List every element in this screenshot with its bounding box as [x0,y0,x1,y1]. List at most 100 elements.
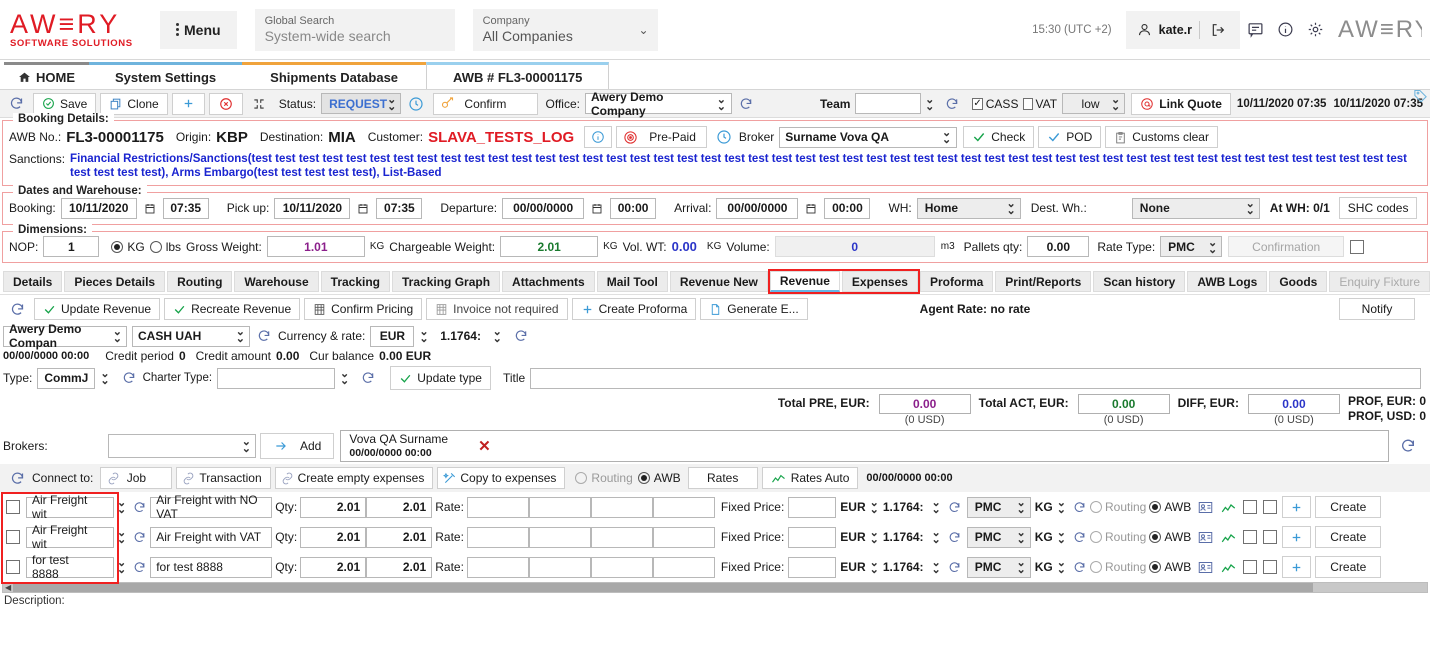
office-refresh-icon[interactable] [734,93,758,115]
charge-chart-icon[interactable] [1219,526,1238,548]
charge-rate-input[interactable] [467,497,529,518]
module-tab-proforma[interactable]: Proforma [920,271,993,292]
booking-date-input[interactable]: 10/11/2020 [61,198,137,219]
calendar-icon[interactable] [800,197,822,219]
global-search-field[interactable]: Global Search System-wide search [255,9,455,51]
gross-weight-input[interactable]: 1.01 [267,236,365,257]
scroll-left-arrow[interactable]: ◀ [3,583,13,592]
charge-contact-icon[interactable] [1196,526,1215,548]
currency-value[interactable]: EUR [370,326,414,347]
calendar-icon[interactable] [586,197,608,219]
charge-awb-radio[interactable] [1149,531,1161,543]
charge-qty-input[interactable]: 2.01 [300,557,366,578]
charge-unit-refresh-icon[interactable] [1071,496,1088,518]
gear-icon[interactable] [1300,15,1330,45]
chevron-down-icon[interactable]: ⌄⌄ [493,329,502,343]
module-tab-scan-history[interactable]: Scan history [1093,271,1185,292]
pallets-qty-input[interactable]: 0.00 [1027,236,1089,257]
payment-refresh-icon[interactable] [252,325,276,347]
charge-unit1-select[interactable]: PMC ⌄⌄ [967,497,1031,518]
tab-awb[interactable]: AWB # FL3-00001175 [426,62,609,89]
customer-info-icon[interactable] [584,126,612,148]
charge-create-button[interactable]: Create [1315,496,1381,518]
priority-select[interactable]: low ⌄⌄ [1062,93,1125,114]
charge-unit-refresh-icon[interactable] [1071,526,1088,548]
charge-fixed-price-input[interactable] [788,557,836,578]
chevron-down-icon[interactable]: ⌄⌄ [870,560,879,574]
charge-chart-icon[interactable] [1219,556,1238,578]
confirm-button[interactable]: Confirm [433,93,537,115]
currency-rate-value[interactable]: 1.1764: [434,326,488,347]
module-tab-print-reports[interactable]: Print/Reports [995,271,1091,292]
chevron-down-icon[interactable]: ⌄⌄ [932,500,941,514]
charge-amount2-input[interactable] [591,527,653,548]
brokers-select[interactable]: ⌄⌄ [108,434,256,458]
clock-icon[interactable] [403,93,429,115]
table-row[interactable]: Air Freight wit ⌄⌄ Air Freight with VAT … [0,522,1430,552]
pickup-time-input[interactable]: 07:35 [376,198,422,219]
dest-wh-select[interactable]: None ⌄⌄ [1132,198,1260,219]
connect-routing-radio[interactable] [575,472,587,484]
broker-select[interactable]: Surname Vova QA ⌄⌄ [779,127,957,148]
create-empty-expenses-button[interactable]: Create empty expenses [275,467,434,489]
charge-amount3-input[interactable] [653,557,715,578]
chevron-down-icon[interactable]: ⌄⌄ [932,530,941,544]
status-select[interactable]: REQUEST ⌄⌄ [321,93,401,114]
refresh-icon[interactable] [4,93,29,115]
charge-qty2-input[interactable]: 2.01 [366,497,432,518]
charge-qty-input[interactable]: 2.01 [300,497,366,518]
module-tab-details[interactable]: Details [3,271,62,292]
clone-button[interactable]: Clone [100,93,167,115]
company-select[interactable]: Company All Companies ⌄ [473,9,658,51]
departure-time-input[interactable]: 00:00 [610,198,656,219]
revenue-refresh-icon[interactable] [5,298,30,320]
chevron-down-icon[interactable]: ⌄⌄ [1057,500,1066,514]
connect-refresh-icon[interactable] [5,467,30,489]
charter-refresh-icon[interactable] [356,367,380,389]
rate-type-select[interactable]: PMC ⌄⌄ [1160,236,1222,257]
row-select-checkbox[interactable] [6,500,20,514]
arrival-date-input[interactable]: 00/00/0000 [716,198,798,219]
charge-rate-refresh-icon[interactable] [946,556,963,578]
module-tab-pieces-details[interactable]: Pieces Details [64,271,165,292]
charge-create-button[interactable]: Create [1315,556,1381,578]
module-tab-expenses[interactable]: Expenses [842,271,918,292]
charge-flag2-checkbox[interactable] [1263,560,1277,574]
invoice-not-required-button[interactable]: Invoice not required [426,298,567,320]
module-tab-revenue-new[interactable]: Revenue New [670,271,768,292]
charge-amount2-input[interactable] [591,497,653,518]
charge-add-icon[interactable] [1282,496,1311,518]
charge-amount3-input[interactable] [653,497,715,518]
collapse-icon[interactable] [247,93,271,115]
tab-system-settings[interactable]: System Settings [89,62,242,89]
currency-refresh-icon[interactable] [509,325,533,347]
chevron-down-icon[interactable]: ⌄⌄ [1057,530,1066,544]
charge-code-select[interactable]: Air Freight wit [26,497,114,518]
module-tab-attachments[interactable]: Attachments [502,271,595,292]
charter-type-input[interactable] [217,368,335,389]
payment-cash-select[interactable]: CASH UAH ⌄⌄ [132,326,250,347]
save-button[interactable]: Save [33,93,96,115]
charge-fixed-price-input[interactable] [788,527,836,548]
chevron-down-icon[interactable]: ⌄⌄ [925,97,934,111]
chevron-down-icon[interactable]: ⌄⌄ [1057,560,1066,574]
charge-unit-refresh-icon[interactable] [1071,556,1088,578]
charge-flag1-checkbox[interactable] [1243,500,1257,514]
chevron-down-icon[interactable]: ⌄⌄ [100,371,109,385]
connect-awb-radio[interactable] [638,472,650,484]
payment-company-select[interactable]: Awery Demo Compan ⌄⌄ [3,326,127,347]
rates-button[interactable]: Rates [688,467,758,489]
wh-select[interactable]: Home ⌄⌄ [917,198,1021,219]
chevron-down-icon[interactable]: ⌄⌄ [117,560,126,574]
team-refresh-icon[interactable] [940,93,964,115]
row-select-checkbox[interactable] [6,530,20,544]
tab-shipments-database[interactable]: Shipments Database [242,62,426,89]
charge-refresh-icon[interactable] [131,526,148,548]
scrollbar-thumb[interactable] [13,583,1313,592]
row-select-checkbox[interactable] [6,560,20,574]
chargeable-weight-input[interactable]: 2.01 [500,236,598,257]
prepaid-button[interactable]: Pre-Paid [616,126,707,148]
charge-amount1-input[interactable] [529,497,591,518]
nop-input[interactable]: 1 [43,236,99,257]
type-refresh-icon[interactable] [117,367,141,389]
